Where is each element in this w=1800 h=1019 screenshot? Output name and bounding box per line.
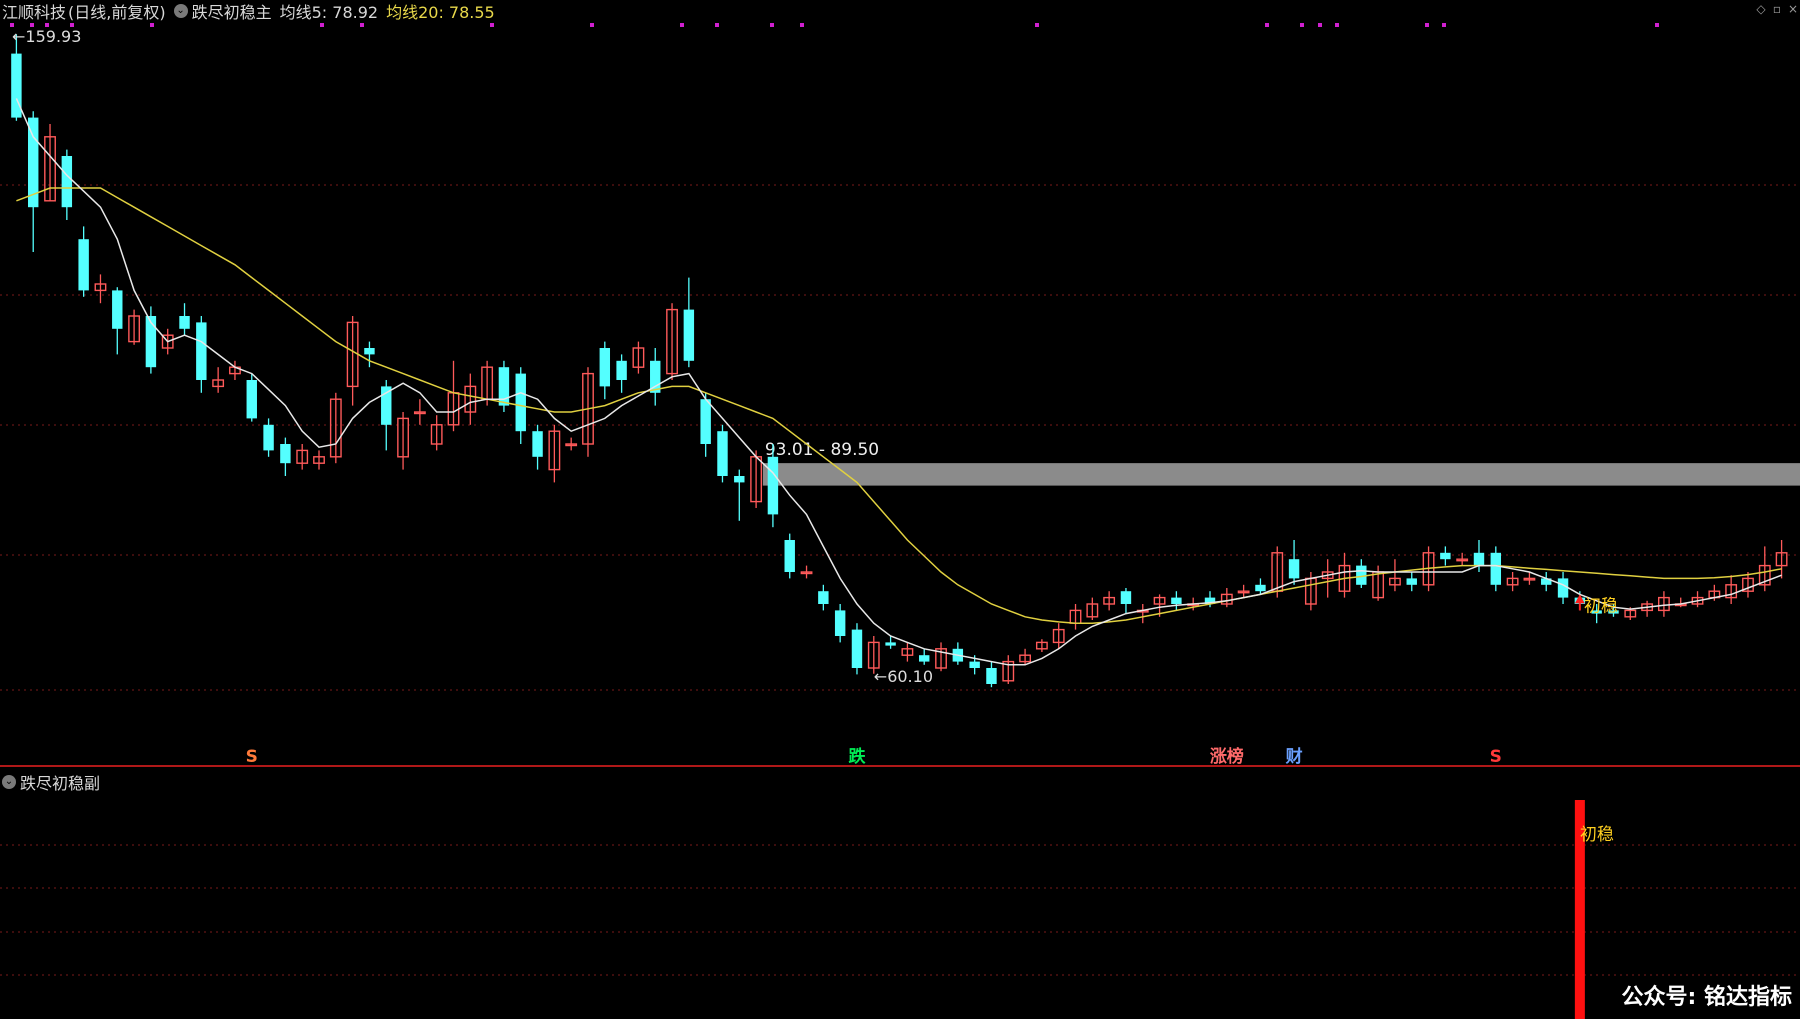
watermark: 公众号: 铭达指标: [1621, 985, 1792, 1010]
candle-body: [1120, 591, 1132, 604]
candle-body: [1473, 552, 1485, 566]
candle-body: [263, 424, 274, 451]
candle-body: [78, 239, 89, 291]
candle-body: [145, 316, 157, 368]
signal-dot: [1442, 23, 1446, 27]
signal-dot: [150, 23, 154, 27]
signal-dot: [360, 23, 364, 27]
candle-body: [683, 309, 695, 361]
candle-body: [112, 290, 123, 329]
signal-dot: [1265, 23, 1269, 27]
signal-dot: [715, 23, 719, 27]
window-icon[interactable]: ▫: [1770, 2, 1784, 16]
sub-signal-label: 初稳: [1580, 825, 1614, 845]
indicator-main-group[interactable]: ⌄ 跌尽初稳主: [173, 0, 272, 23]
candle-body: [599, 348, 611, 387]
candle-body: [767, 456, 779, 515]
signal-dot: [490, 23, 494, 27]
event-marker: S: [246, 747, 258, 767]
candle-body: [734, 476, 745, 483]
event-marker: 跌: [848, 747, 866, 767]
signal-dot: [320, 23, 324, 27]
candle-body: [818, 591, 829, 604]
candle-body: [885, 642, 896, 646]
candle-body: [1171, 597, 1182, 604]
candle-body: [919, 655, 930, 662]
candle-body: [1288, 559, 1300, 579]
signal-dot: [1035, 23, 1039, 27]
candle-body: [616, 360, 627, 380]
candle-body: [280, 444, 291, 464]
candle-body: [784, 540, 795, 572]
close-icon[interactable]: ×: [1786, 2, 1800, 16]
indicator-main-name: 跌尽初稳主: [191, 3, 272, 22]
stock-name[interactable]: 江顺科技: [2, 0, 66, 23]
resistance-zone: [762, 463, 1800, 486]
diamond-icon[interactable]: ◇: [1754, 2, 1768, 16]
period-label[interactable]: (日线,前复权): [68, 0, 166, 23]
sub-header: ⌄ 跌尽初稳副: [2, 770, 100, 794]
zone-label: 93.01 - 89.50: [765, 440, 879, 460]
candle-body: [532, 431, 543, 457]
candle-body: [1490, 552, 1502, 585]
signal-dot: [1335, 23, 1339, 27]
candle-body: [364, 348, 375, 355]
ma5-readout: 均线5: 78.92: [279, 3, 379, 22]
signal-dot: [1655, 23, 1659, 27]
event-marker: 财: [1285, 746, 1303, 767]
signal-dot: [1425, 23, 1429, 27]
signal-label: 初稳: [1584, 596, 1618, 616]
candle-body: [851, 629, 863, 668]
candle-body: [717, 431, 728, 476]
candle-body: [969, 661, 980, 668]
signal-dot: [800, 23, 804, 27]
candle-body: [986, 668, 997, 684]
collapse-circle-icon[interactable]: ⌄: [173, 4, 188, 18]
high-price-label: ←159.93: [12, 27, 81, 46]
candle-body: [179, 316, 190, 329]
candle-body: [1557, 578, 1569, 598]
candle-body: [1255, 584, 1266, 592]
collapse-circle-icon[interactable]: ⌄: [2, 775, 16, 789]
main-header: 江顺科技 (日线,前复权) ⌄ 跌尽初稳主 均线5: 78.92 均线20: 7…: [0, 0, 495, 22]
signal-dot: [1318, 23, 1322, 27]
candlestick-chart[interactable]: 93.01 - 89.50 ←159.93 ←60.10 初稳 S 跌 涨榜 财 S 初稳: [0, 0, 1800, 1019]
ma5-line: [15, 98, 1782, 666]
indicator-sub-name: 跌尽初稳副: [20, 774, 101, 793]
event-marker: 涨榜: [1210, 746, 1244, 767]
candle-body: [515, 373, 526, 432]
candle-body: [700, 399, 711, 444]
low-price-label: ←60.10: [874, 667, 933, 686]
candle-body: [1440, 552, 1451, 560]
signal-dot: [680, 23, 684, 27]
signal-dot: [770, 23, 774, 27]
candle-body: [1406, 578, 1417, 585]
signal-dot: [590, 23, 594, 27]
candle-body: [61, 156, 73, 208]
ma20-line: [16, 187, 1782, 624]
ma20-readout: 均线20: 78.55: [386, 3, 495, 22]
event-marker: S: [1490, 747, 1502, 767]
signal-dot: [1300, 23, 1304, 27]
candle-body: [196, 322, 207, 380]
candle-body: [246, 380, 257, 419]
candle-body: [834, 610, 846, 636]
